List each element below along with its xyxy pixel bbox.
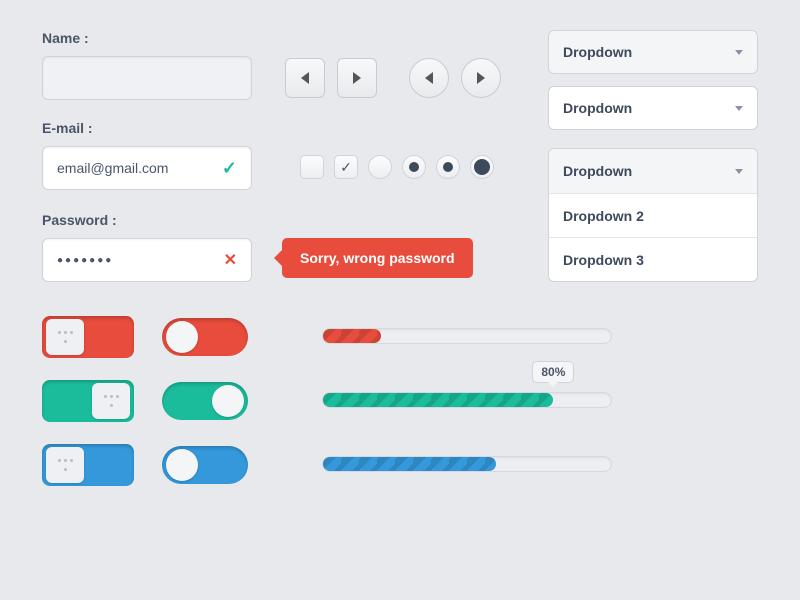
email-input[interactable]: email@gmail.com ✓ (42, 146, 252, 190)
dropdown-1-label: Dropdown (563, 44, 632, 60)
dropdown-item-2[interactable]: Dropdown 3 (549, 237, 757, 281)
dropdown-item-0-label: Dropdown (563, 163, 632, 179)
radio-selected-2[interactable] (436, 155, 460, 179)
radio-selected-1[interactable] (402, 155, 426, 179)
email-value: email@gmail.com (57, 160, 168, 176)
toggle-square-green[interactable] (42, 380, 134, 422)
progress-blue-fill (323, 457, 496, 471)
chevron-right-icon (477, 72, 485, 84)
email-label: E-mail : (42, 120, 252, 136)
progress-green-fill (323, 393, 553, 407)
x-icon: ✕ (224, 250, 237, 270)
radio-empty[interactable] (368, 155, 392, 179)
prev-button-square[interactable] (285, 58, 325, 98)
toggle-pill-red[interactable] (162, 318, 248, 356)
toggle-square-blue[interactable] (42, 444, 134, 486)
chevron-down-icon (735, 106, 743, 111)
progress-red (322, 328, 612, 344)
next-button-square[interactable] (337, 58, 377, 98)
dropdown-open: Dropdown Dropdown 2 Dropdown 3 (548, 148, 758, 282)
progress-green-label: 80% (532, 361, 574, 383)
check-icon: ✓ (222, 158, 237, 179)
radio-selected-3[interactable] (470, 155, 494, 179)
password-label: Password : (42, 212, 252, 228)
dropdown-2[interactable]: Dropdown (548, 86, 758, 130)
prev-button-round[interactable] (409, 58, 449, 98)
chevron-left-icon (425, 72, 433, 84)
name-label: Name : (42, 30, 252, 46)
name-input[interactable] (42, 56, 252, 100)
progress-green: 80% (322, 392, 612, 408)
dropdown-item-1[interactable]: Dropdown 2 (549, 193, 757, 237)
chevron-left-icon (301, 72, 309, 84)
next-button-round[interactable] (461, 58, 501, 98)
error-tooltip: Sorry, wrong password (282, 238, 473, 278)
toggle-pill-blue[interactable] (162, 446, 248, 484)
toggle-square-red[interactable] (42, 316, 134, 358)
dropdown-item-2-label: Dropdown 3 (563, 252, 644, 268)
checkbox-unchecked[interactable] (300, 155, 324, 179)
dropdown-item-0[interactable]: Dropdown (549, 149, 757, 193)
password-input[interactable]: ●●●●●●● ✕ (42, 238, 252, 282)
toggle-pill-green[interactable] (162, 382, 248, 420)
chevron-right-icon (353, 72, 361, 84)
dropdown-1[interactable]: Dropdown (548, 30, 758, 74)
progress-red-fill (323, 329, 381, 343)
chevron-down-icon (735, 50, 743, 55)
password-value: ●●●●●●● (57, 255, 113, 266)
dropdown-2-label: Dropdown (563, 100, 632, 116)
checkbox-checked[interactable]: ✓ (334, 155, 358, 179)
dropdown-item-1-label: Dropdown 2 (563, 208, 644, 224)
chevron-down-icon (735, 169, 743, 174)
progress-blue (322, 456, 612, 472)
